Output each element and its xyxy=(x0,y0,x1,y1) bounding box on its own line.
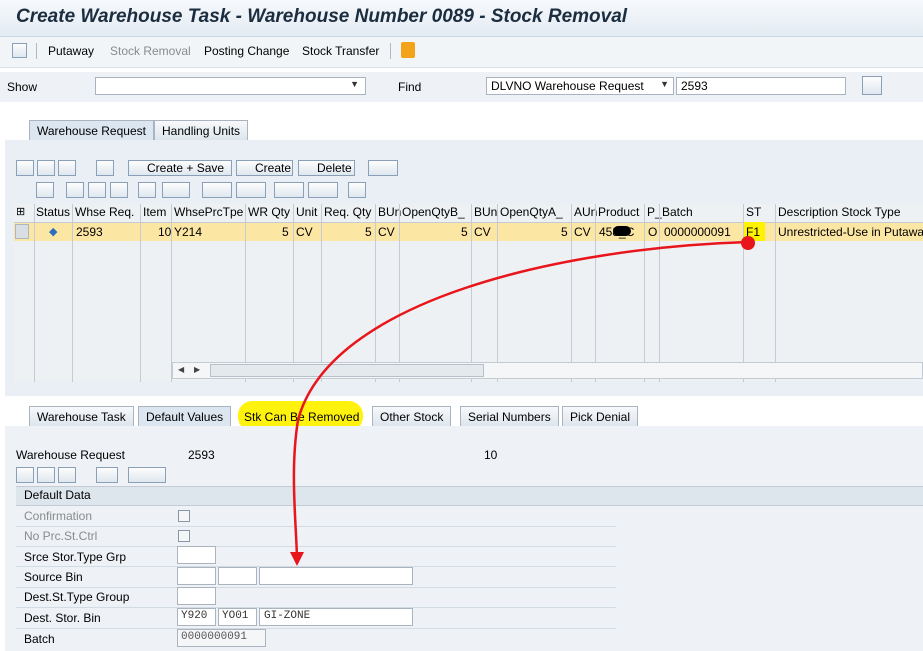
arrow-origin-dot xyxy=(741,236,755,250)
annotation-arrow xyxy=(290,236,755,566)
arrow-path xyxy=(292,240,749,559)
arrow-head xyxy=(290,552,304,566)
